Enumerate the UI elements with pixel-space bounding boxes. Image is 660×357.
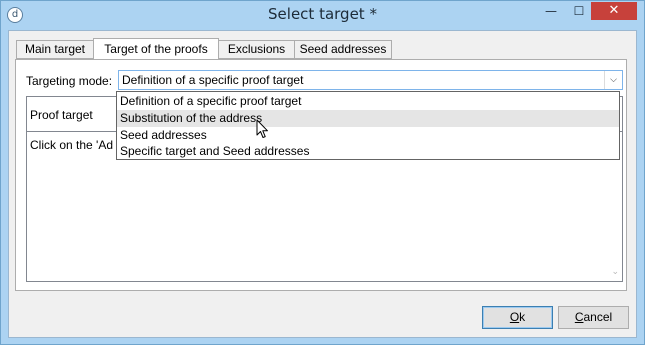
dialog-client-area: Main target Target of the proofs Exclusi…: [8, 30, 637, 338]
chevron-down-icon[interactable]: ⌵: [604, 71, 622, 89]
tab-seed-addresses[interactable]: Seed addresses: [294, 40, 392, 59]
minimize-button[interactable]: —: [538, 2, 564, 20]
ok-mnemonic: O: [509, 310, 520, 324]
mouse-pointer-icon: [256, 119, 268, 138]
tab-target-of-the-proofs[interactable]: Target of the proofs: [93, 38, 219, 61]
targeting-mode-dropdown-list: Definition of a specific proof target Su…: [116, 91, 620, 160]
dropdown-option[interactable]: Specific target and Seed addresses: [117, 143, 619, 160]
proof-target-description: Click on the 'Ad: [30, 138, 113, 152]
close-button[interactable]: ✕: [591, 2, 637, 20]
targeting-mode-select[interactable]: Definition of a specific proof target ⌵: [118, 70, 623, 90]
cancel-label-rest: ancel: [583, 310, 613, 324]
targeting-mode-value: Definition of a specific proof target: [122, 73, 304, 87]
dropdown-option[interactable]: Seed addresses: [117, 127, 619, 144]
scroll-down-icon[interactable]: ⌄: [611, 267, 619, 277]
cancel-button[interactable]: Cancel: [558, 306, 629, 329]
tab-main-target[interactable]: Main target: [16, 40, 94, 59]
dropdown-option-hovered[interactable]: Substitution of the address: [117, 110, 619, 127]
ok-button[interactable]: Ok: [482, 306, 553, 329]
tab-exclusions[interactable]: Exclusions: [218, 40, 295, 59]
maximize-button[interactable]: ☐: [566, 2, 592, 20]
targeting-mode-label: Targeting mode:: [26, 74, 113, 88]
dropdown-option[interactable]: Definition of a specific proof target: [117, 93, 619, 110]
proof-target-label: Proof target: [30, 108, 93, 122]
dialog-window: d Select target * — ☐ ✕ Main target Targ…: [0, 0, 645, 345]
ok-label-rest: k: [519, 310, 526, 324]
title-bar[interactable]: d Select target * — ☐ ✕: [1, 1, 644, 29]
